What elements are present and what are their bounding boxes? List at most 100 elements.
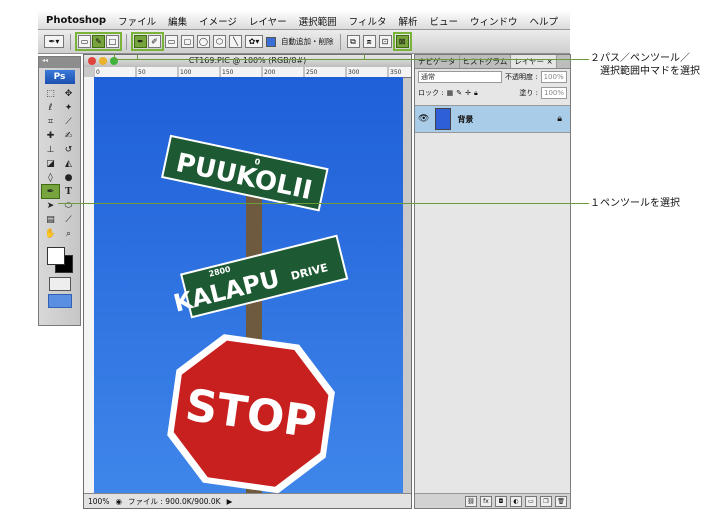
marquee-tool-icon[interactable]: ⬚ bbox=[42, 87, 59, 100]
tab-layers[interactable]: レイヤー × bbox=[511, 55, 557, 68]
brush-tool-icon[interactable]: ✍ bbox=[60, 129, 77, 142]
new-layer-icon[interactable]: ❐ bbox=[540, 495, 552, 507]
callout-1-text: １ペンツールを選択 bbox=[590, 198, 680, 209]
path-selection-icon[interactable]: ➤ bbox=[42, 199, 59, 212]
stamp-tool-icon[interactable]: ⊥ bbox=[42, 143, 59, 156]
fill-pixels-icon[interactable]: □ bbox=[106, 35, 119, 48]
exclude-overlap-icon[interactable]: ⊠ bbox=[395, 35, 409, 48]
tab-navigator[interactable]: ナビゲータ bbox=[415, 55, 460, 68]
layers-panel: ナビゲータ ヒストグラム レイヤー × 通常 不透明度 : 100% ロック :… bbox=[414, 54, 571, 509]
menu-file[interactable]: ファイル bbox=[112, 14, 162, 28]
separator bbox=[339, 33, 341, 50]
intersect-path-icon[interactable]: ⊡ bbox=[378, 35, 392, 48]
menu-layer[interactable]: レイヤー bbox=[243, 14, 293, 28]
layer-row-background[interactable]: 👁︎ 背景 🔒︎ bbox=[415, 105, 570, 133]
fill-field[interactable]: 100% bbox=[540, 87, 567, 99]
line-icon[interactable]: ╲ bbox=[229, 35, 242, 48]
rectangle-shape-icon[interactable]: ▭ bbox=[165, 35, 178, 48]
pen-tool-icon[interactable]: ✒ bbox=[41, 184, 60, 199]
menu-analysis[interactable]: 解析 bbox=[392, 14, 423, 28]
status-menu-arrow-icon[interactable]: ▶ bbox=[227, 497, 233, 506]
subtract-path-icon[interactable]: ⧈ bbox=[362, 35, 376, 48]
magic-wand-icon[interactable]: ✦ bbox=[60, 101, 77, 114]
document-titlebar: CT169.PIC @ 100% (RGB/8#) bbox=[84, 55, 411, 67]
pen-tool-icon[interactable]: ✒ bbox=[134, 35, 147, 48]
menu-window[interactable]: ウィンドウ bbox=[464, 14, 524, 28]
layer-style-icon[interactable]: fx bbox=[480, 495, 492, 507]
foreground-color[interactable] bbox=[47, 247, 65, 265]
menu-help[interactable]: ヘルプ bbox=[524, 14, 565, 28]
blur-tool-icon[interactable]: ◊ bbox=[42, 171, 59, 184]
healing-brush-icon[interactable]: ✚ bbox=[42, 129, 59, 142]
panel-footer: ⛓ fx ◘ ◐ ▭ ❐ 🗑︎ bbox=[415, 493, 570, 508]
ruler-label: 250 bbox=[306, 69, 318, 76]
shape-layers-icon[interactable]: ▭ bbox=[78, 35, 91, 48]
document-status-bar: 100% ◉ ファイル : 900.0K/900.0K ▶ bbox=[84, 493, 411, 508]
move-tool-icon[interactable]: ✥ bbox=[60, 87, 77, 100]
panel-tabs: ナビゲータ ヒストグラム レイヤー × bbox=[415, 55, 570, 69]
add-to-path-icon[interactable]: ⧉ bbox=[346, 35, 360, 48]
slice-tool-icon[interactable]: ⟋ bbox=[60, 115, 77, 128]
lasso-tool-icon[interactable]: ℓ bbox=[42, 101, 59, 114]
lock-all-icon[interactable]: 🔒︎ bbox=[474, 89, 478, 98]
color-swatches[interactable] bbox=[43, 245, 76, 275]
type-tool-icon[interactable]: T bbox=[60, 185, 77, 198]
zoom-level[interactable]: 100% bbox=[88, 497, 109, 506]
canvas-image[interactable]: PUUKOLII 0 KALAPU DRIVE 2800 STOP bbox=[94, 77, 403, 494]
opacity-field[interactable]: 100% bbox=[540, 71, 567, 83]
auto-add-delete-checkbox[interactable] bbox=[266, 36, 276, 47]
layer-mask-icon[interactable]: ◘ bbox=[495, 495, 507, 507]
exclude-group: ⊠ bbox=[392, 32, 412, 51]
lock-pixels-icon[interactable]: ✎ bbox=[456, 89, 462, 97]
dodge-tool-icon[interactable]: ● bbox=[60, 171, 77, 184]
menu-photoshop[interactable]: Photoshop bbox=[38, 15, 112, 26]
menu-bar: Photoshop ファイル 編集 イメージ レイヤー 選択範囲 フィルタ 解析… bbox=[38, 12, 570, 30]
trash-icon[interactable]: 🗑︎ bbox=[555, 495, 567, 507]
crop-tool-icon[interactable]: ⌗ bbox=[42, 115, 59, 128]
screen-mode-icon[interactable] bbox=[47, 294, 72, 308]
hand-tool-icon[interactable]: ✋ bbox=[42, 227, 59, 240]
eye-icon[interactable]: 👁︎ bbox=[418, 114, 429, 124]
link-layers-icon[interactable]: ⛓ bbox=[465, 495, 477, 507]
tool-preset-picker[interactable]: ✒▾ bbox=[44, 35, 64, 48]
separator bbox=[126, 33, 127, 50]
ruler-label: 350 bbox=[390, 69, 402, 76]
ellipse-icon[interactable]: ◯ bbox=[197, 35, 210, 48]
menu-select[interactable]: 選択範囲 bbox=[293, 14, 343, 28]
callout-2-text: ２パス／ペンツール／ 選択範囲中マドを選択 bbox=[590, 52, 700, 78]
options-bar: ✒▾ ▭ ✎ □ ✒ ✐ ▭ ▢ ◯ ⬡ ╲ ✿▾ 自動追加・削除 ⧉ ⧈ ⊡ … bbox=[38, 30, 570, 54]
shape-tool-icon[interactable]: ⬭ bbox=[60, 199, 77, 212]
toolbox-collapse[interactable]: ◂◂ bbox=[39, 57, 80, 68]
menu-view[interactable]: ビュー bbox=[423, 14, 464, 28]
adjustment-layer-icon[interactable]: ◐ bbox=[510, 495, 522, 507]
toolbox: ◂◂ Ps ⬚ ✥ ℓ ✦ ⌗ ⟋ ✚ ✍ ⊥ ↺ ◪ ◭ ◊ ● ✒ T ➤ … bbox=[38, 56, 81, 326]
menu-filter[interactable]: フィルタ bbox=[343, 14, 393, 28]
blend-mode-select[interactable]: 通常 bbox=[418, 71, 502, 83]
paths-icon[interactable]: ✎ bbox=[92, 35, 105, 48]
quick-mask-icon[interactable] bbox=[48, 277, 71, 291]
minimize-button[interactable] bbox=[99, 57, 107, 65]
polygon-icon[interactable]: ⬡ bbox=[213, 35, 226, 48]
menu-edit[interactable]: 編集 bbox=[162, 14, 193, 28]
custom-shape-icon[interactable]: ✿▾ bbox=[245, 35, 263, 48]
history-brush-icon[interactable]: ↺ bbox=[60, 143, 77, 156]
eyedropper-icon[interactable]: ⟋ bbox=[60, 213, 77, 226]
rounded-rect-icon[interactable]: ▢ bbox=[181, 35, 194, 48]
notes-tool-icon[interactable]: ▤ bbox=[42, 213, 59, 226]
paint-bucket-icon[interactable]: ◭ bbox=[60, 157, 77, 170]
layer-thumbnail bbox=[435, 108, 452, 130]
lock-label: ロック : bbox=[418, 89, 444, 97]
new-group-icon[interactable]: ▭ bbox=[525, 495, 537, 507]
close-button[interactable] bbox=[88, 57, 96, 65]
separator bbox=[70, 33, 71, 50]
lock-transparency-icon[interactable]: ▦ bbox=[447, 89, 454, 97]
zoom-tool-icon[interactable]: ⌕ bbox=[60, 227, 77, 240]
lock-position-icon[interactable]: ✛ bbox=[465, 89, 471, 97]
freeform-pen-icon[interactable]: ✐ bbox=[148, 35, 161, 48]
tab-histogram[interactable]: ヒストグラム bbox=[460, 55, 512, 68]
status-icon[interactable]: ◉ bbox=[115, 497, 122, 506]
eraser-tool-icon[interactable]: ◪ bbox=[42, 157, 59, 170]
menu-image[interactable]: イメージ bbox=[193, 14, 243, 28]
ruler-label: 0 bbox=[96, 69, 100, 76]
auto-add-delete-label: 自動追加・削除 bbox=[281, 37, 334, 46]
